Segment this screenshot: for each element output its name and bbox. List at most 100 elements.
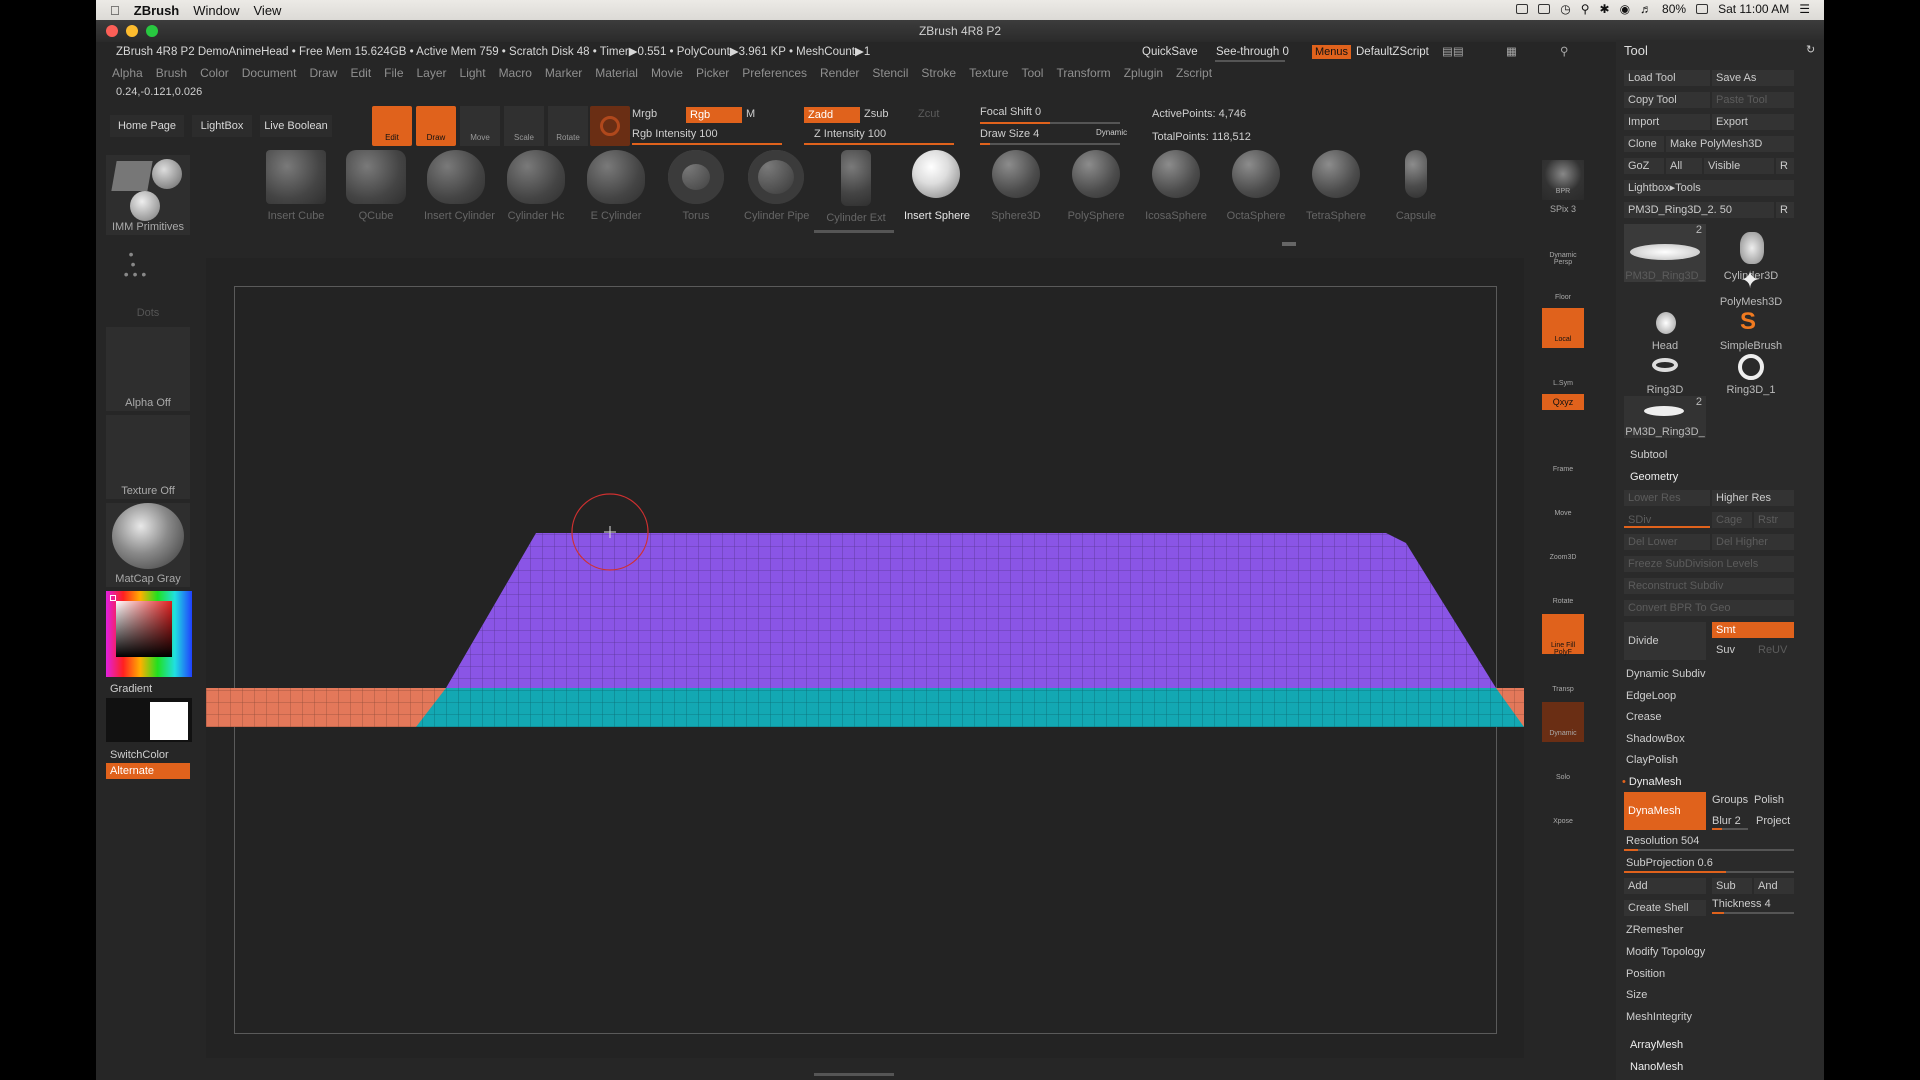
m-toggle[interactable]: M <box>746 108 755 120</box>
tool-thumb-pm3d-ring[interactable]: 2 PM3D_Ring3D_ <box>1624 224 1706 282</box>
default-zscript-button[interactable]: DefaultZScript <box>1356 42 1429 62</box>
live-boolean-button[interactable]: Live Boolean <box>260 115 332 137</box>
z-intensity-slider[interactable]: Z Intensity 100 <box>814 128 886 140</box>
crease-section[interactable]: Crease <box>1626 711 1661 723</box>
rgb-intensity-slider[interactable]: Rgb Intensity 100 <box>632 128 718 140</box>
icosasphere-tool[interactable]: IcosaSphere <box>1144 150 1208 222</box>
blur-slider[interactable]: Blur 2 <box>1712 815 1741 827</box>
home-page-button[interactable]: Home Page <box>110 115 184 137</box>
texture-selector[interactable]: Texture Off <box>106 415 190 499</box>
qxyz-button[interactable]: Qxyz <box>1542 394 1584 410</box>
sdiv-track[interactable] <box>1624 526 1710 528</box>
rotate-mode-button[interactable]: Rotate <box>548 106 588 146</box>
clock[interactable]: Sat 11:00 AM <box>1718 2 1789 16</box>
bpr-button[interactable]: BPR <box>1542 160 1584 200</box>
blur-track[interactable] <box>1712 828 1748 830</box>
menu-macro[interactable]: Macro <box>499 62 532 84</box>
polysphere-tool[interactable]: PolySphere <box>1064 150 1128 222</box>
local-button[interactable]: Local <box>1542 308 1584 348</box>
edit-mode-button[interactable]: Edit <box>372 106 412 146</box>
zsub-toggle[interactable]: Zsub <box>864 108 888 120</box>
dynamesh-section[interactable]: • DynaMesh <box>1622 776 1682 788</box>
goz-button[interactable]: GoZ <box>1624 158 1664 174</box>
tool-thumb-ring3d[interactable]: Ring3D <box>1624 354 1706 396</box>
xpose-button[interactable]: Xpose <box>1542 790 1584 830</box>
smt-toggle[interactable]: Smt <box>1712 622 1794 638</box>
copy-tool-button[interactable]: Copy Tool <box>1624 92 1710 108</box>
shelf-resize-handle[interactable] <box>1282 242 1296 246</box>
switch-color-button[interactable]: SwitchColor <box>110 749 169 761</box>
zcut-toggle[interactable]: Zcut <box>918 108 939 120</box>
import-button[interactable]: Import <box>1624 114 1710 130</box>
tool-thumb-pm3d-ring-2[interactable]: 2 PM3D_Ring3D_ <box>1624 396 1706 438</box>
save-as-button[interactable]: Save As <box>1712 70 1794 86</box>
display-icon[interactable] <box>1538 4 1551 14</box>
cylinder-pipe-tool[interactable]: Cylinder Pipe <box>744 150 809 222</box>
shadowbox-section[interactable]: ShadowBox <box>1626 733 1685 745</box>
menus-toggle[interactable]: Menus <box>1312 45 1352 59</box>
claypolish-section[interactable]: ClayPolish <box>1626 754 1678 766</box>
apple-icon[interactable]:  <box>110 3 120 18</box>
menu-picker[interactable]: Picker <box>696 62 729 84</box>
solo-button[interactable]: Solo <box>1542 746 1584 786</box>
window-menu[interactable]: Window <box>193 3 239 18</box>
rstr-button[interactable]: Rstr <box>1754 512 1794 528</box>
move-view-button[interactable]: Move <box>1542 482 1584 522</box>
close-window-icon[interactable] <box>106 25 118 37</box>
color-picker[interactable] <box>106 591 192 677</box>
load-tool-button[interactable]: Load Tool <box>1624 70 1710 86</box>
menu-document[interactable]: Document <box>242 62 297 84</box>
draw-mode-button[interactable]: Draw <box>416 106 456 146</box>
zoom-window-icon[interactable] <box>146 25 158 37</box>
polish-toggle[interactable]: Polish <box>1754 794 1784 806</box>
color-marker[interactable] <box>110 595 116 601</box>
menu-marker[interactable]: Marker <box>545 62 582 84</box>
tool-thumb-ring3d-1[interactable]: Ring3D_1 <box>1710 354 1792 396</box>
tool-thumb-simplebrush[interactable]: S SimpleBrush <box>1710 308 1792 352</box>
subprojection-slider[interactable]: SubProjection 0.6 <box>1626 857 1713 869</box>
lower-res-button[interactable]: Lower Res <box>1624 490 1710 506</box>
palette-refresh-icon[interactable]: ↻ <box>1806 43 1815 56</box>
capsule-tool[interactable]: Capsule <box>1384 150 1448 222</box>
clone-button[interactable]: Clone <box>1624 136 1664 152</box>
status-icon[interactable] <box>1516 4 1529 14</box>
menu-layer[interactable]: Layer <box>417 62 447 84</box>
brush-selector[interactable]: IMM Primitives <box>106 155 190 235</box>
edgeloop-section[interactable]: EdgeLoop <box>1626 690 1676 702</box>
zoom3d-button[interactable]: Zoom3D <box>1542 526 1584 566</box>
polyframe-button[interactable]: Line Fill PolyF <box>1542 614 1584 656</box>
menu-stencil[interactable]: Stencil <box>872 62 908 84</box>
menu-preferences[interactable]: Preferences <box>742 62 807 84</box>
z-intensity-track[interactable] <box>804 143 954 145</box>
menu-color[interactable]: Color <box>200 62 229 84</box>
arraymesh-section[interactable]: ArrayMesh <box>1630 1039 1683 1051</box>
volume-icon[interactable]: ♬ <box>1640 2 1652 16</box>
size-section[interactable]: Size <box>1626 989 1647 1001</box>
tetrasphere-tool[interactable]: TetraSphere <box>1304 150 1368 222</box>
menu-alpha[interactable]: Alpha <box>112 62 143 84</box>
focal-shift-track[interactable] <box>980 122 1120 124</box>
rotate-view-button[interactable]: Rotate <box>1542 570 1584 610</box>
del-higher-button[interactable]: Del Higher <box>1712 534 1794 550</box>
menu-file[interactable]: File <box>384 62 403 84</box>
lightbox-tools-button[interactable]: Lightbox▸Tools <box>1624 180 1794 196</box>
higher-res-button[interactable]: Higher Res <box>1712 490 1794 506</box>
qcube-tool[interactable]: QCube <box>344 150 408 222</box>
insert-cube-tool[interactable]: Insert Cube <box>264 150 328 222</box>
rgb-intensity-track[interactable] <box>632 143 782 145</box>
alternate-toggle[interactable]: Alternate <box>106 763 190 779</box>
zremesher-section[interactable]: ZRemesher <box>1626 924 1683 936</box>
cylinder-hc-tool[interactable]: Cylinder Hc <box>504 150 568 222</box>
export-button[interactable]: Export <box>1712 114 1794 130</box>
add-button[interactable]: Add <box>1624 878 1706 894</box>
lsym-button[interactable]: L.Sym <box>1542 352 1584 392</box>
menu-render[interactable]: Render <box>820 62 859 84</box>
torus-tool[interactable]: Torus <box>664 150 728 222</box>
modify-topology-section[interactable]: Modify Topology <box>1626 946 1705 958</box>
material-selector[interactable]: MatCap Gray <box>106 503 190 587</box>
convert-bpr-button[interactable]: Convert BPR To Geo <box>1624 600 1794 616</box>
ui-layout-icon[interactable]: ▤▤ <box>1442 42 1464 62</box>
quicksave-button[interactable]: QuickSave <box>1142 42 1198 62</box>
cylinder-ext-tool[interactable]: Cylinder Ext <box>824 150 888 224</box>
menu-zscript[interactable]: Zscript <box>1176 62 1212 84</box>
